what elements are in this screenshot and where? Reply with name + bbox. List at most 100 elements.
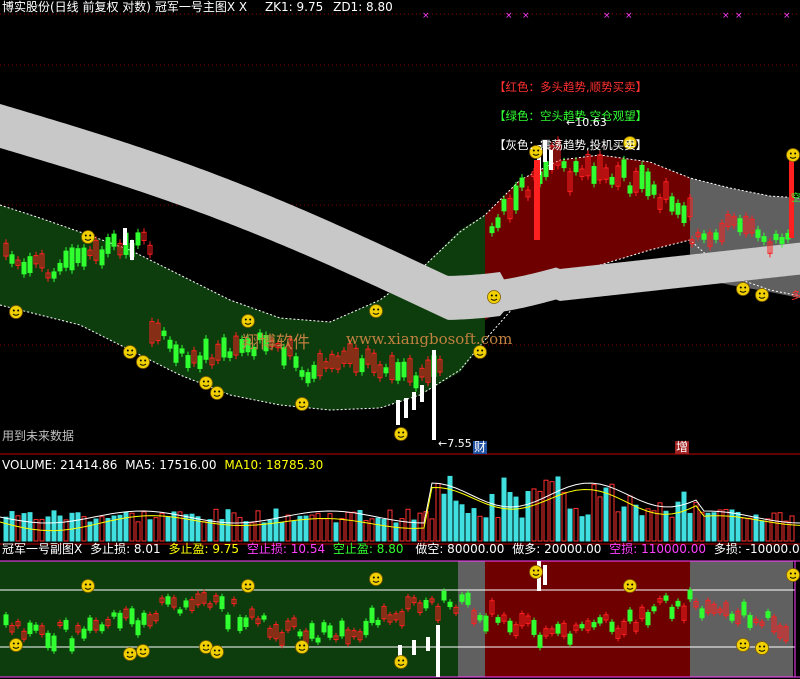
sub-candle	[669, 606, 675, 619]
smiley-face-icon[interactable]	[786, 148, 800, 162]
volume-bar	[723, 508, 729, 542]
volume-bar	[711, 512, 717, 542]
sub-candle	[315, 637, 321, 643]
candle	[681, 205, 687, 223]
watermark-brand: 翔博软件	[242, 333, 310, 353]
volume-bar	[543, 479, 549, 542]
volume-bar	[657, 502, 663, 542]
watermark: 翔博软件 www.xiangbosoft.com	[236, 326, 552, 353]
sub-candle	[177, 609, 183, 614]
smiley-face-icon[interactable]	[81, 579, 95, 593]
candle	[293, 356, 299, 368]
candle	[519, 177, 525, 188]
candle	[305, 372, 311, 384]
volume-bar	[429, 518, 435, 542]
volume-bar	[381, 519, 387, 542]
sub-item-long-loss: 多损: -10000.00	[713, 542, 800, 556]
main-price-chart[interactable]: × × × × × × × ×	[0, 0, 800, 455]
close-x-icon[interactable]: X	[239, 0, 247, 14]
sub-candle	[447, 601, 453, 608]
smiley-face-icon[interactable]	[623, 579, 637, 593]
volume-bar	[405, 508, 411, 542]
smiley-face-icon[interactable]	[369, 304, 383, 318]
candle	[185, 355, 191, 369]
volume-bar	[549, 481, 555, 542]
volume-bar	[57, 515, 63, 542]
volume-bar	[441, 493, 447, 542]
volume-bar	[339, 517, 345, 542]
smiley-face-icon[interactable]	[295, 397, 309, 411]
smiley-face-icon[interactable]	[81, 230, 95, 244]
smiley-face-icon[interactable]	[369, 572, 383, 586]
sub-indicator-name[interactable]: 冠军一号副图X	[2, 542, 82, 556]
smiley-face-icon[interactable]	[9, 305, 23, 319]
smiley-face-icon[interactable]	[529, 565, 543, 579]
volume-bar	[81, 516, 87, 542]
right-edge-long-tag: 多	[791, 291, 800, 302]
volume-bar	[705, 512, 711, 542]
candle	[299, 370, 305, 377]
smiley-face-icon[interactable]	[136, 644, 150, 658]
sub-indicator-chart[interactable]	[0, 545, 800, 679]
volume-bar	[75, 512, 81, 542]
smiley-face-icon[interactable]	[9, 638, 23, 652]
smiley-face-icon[interactable]	[755, 288, 769, 302]
volume-bar	[459, 504, 465, 542]
volume-bar	[351, 511, 357, 542]
sub-candle	[555, 623, 561, 634]
sub-candle	[219, 596, 225, 610]
smiley-face-icon[interactable]	[136, 355, 150, 369]
sub-candle	[135, 620, 141, 636]
candle	[645, 171, 651, 197]
smiley-face-icon[interactable]	[123, 647, 137, 661]
smiley-face-icon[interactable]	[199, 376, 213, 390]
volume-bar	[387, 509, 393, 542]
legend-bull: 【红色：多头趋势,顺势买卖】	[494, 80, 648, 94]
smiley-face-icon[interactable]	[755, 641, 769, 655]
volume-bar	[489, 493, 495, 542]
volume-bar	[417, 512, 423, 542]
smiley-face-icon[interactable]	[786, 568, 800, 582]
x-mark-icon: ×	[722, 11, 730, 21]
volume-bar	[345, 511, 351, 542]
candle	[639, 164, 645, 189]
finance-marker[interactable]: 财	[473, 441, 488, 454]
smiley-face-icon[interactable]	[394, 427, 408, 441]
sub-candle	[765, 611, 771, 618]
candle	[9, 254, 15, 264]
smiley-face-icon[interactable]	[241, 579, 255, 593]
candle	[755, 229, 761, 238]
smiley-face-icon[interactable]	[295, 640, 309, 654]
volume-bar	[291, 520, 297, 542]
volume-bar	[561, 491, 567, 542]
volume-bar	[483, 517, 489, 542]
volume-bar	[261, 522, 267, 542]
smiley-face-icon[interactable]	[394, 655, 408, 669]
sub-candle	[375, 619, 381, 626]
sub-candle	[465, 592, 471, 605]
zk1-value: ZK1: 9.75	[264, 0, 324, 14]
x-mark-icon: ×	[783, 11, 791, 21]
big-candle	[534, 160, 540, 240]
candle	[779, 236, 785, 245]
smiley-face-icon[interactable]	[736, 282, 750, 296]
volume-bar	[477, 515, 483, 542]
candle	[761, 236, 767, 242]
sub-candle	[675, 600, 681, 607]
volume-bar	[603, 487, 609, 542]
smiley-face-icon[interactable]	[736, 638, 750, 652]
smiley-face-icon[interactable]	[210, 645, 224, 659]
smiley-face-icon[interactable]	[487, 290, 501, 304]
candle	[203, 338, 209, 360]
sub-candle	[51, 635, 57, 652]
candle	[99, 249, 105, 266]
sub-candle	[243, 617, 249, 628]
volume-bar	[681, 491, 687, 542]
volume-bar	[609, 483, 615, 542]
smiley-face-icon[interactable]	[123, 345, 137, 359]
sub-candle	[579, 624, 585, 629]
main-indicator-name[interactable]: 冠军一号主图X	[155, 0, 235, 14]
candle	[651, 184, 657, 195]
increase-marker[interactable]: 增	[675, 441, 690, 454]
smiley-face-icon[interactable]	[210, 386, 224, 400]
